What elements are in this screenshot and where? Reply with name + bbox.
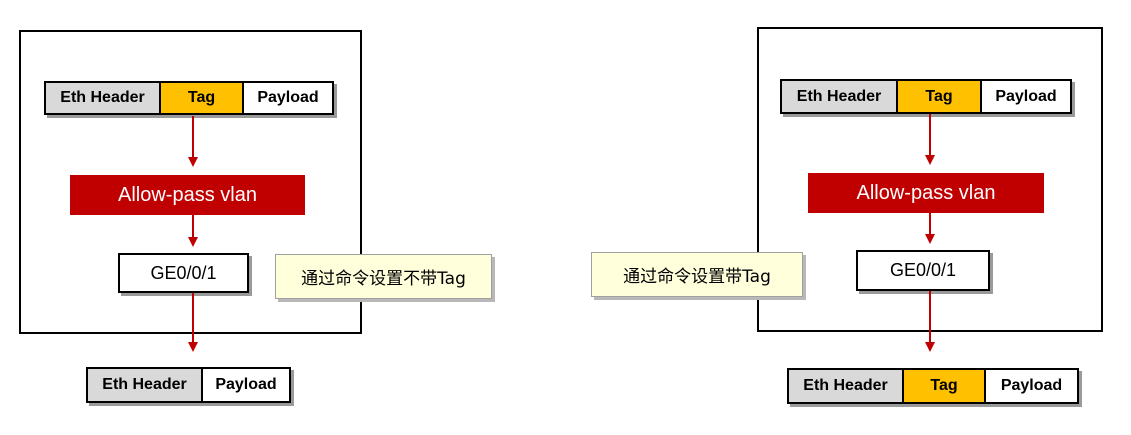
flow-arrows: [188, 114, 935, 352]
